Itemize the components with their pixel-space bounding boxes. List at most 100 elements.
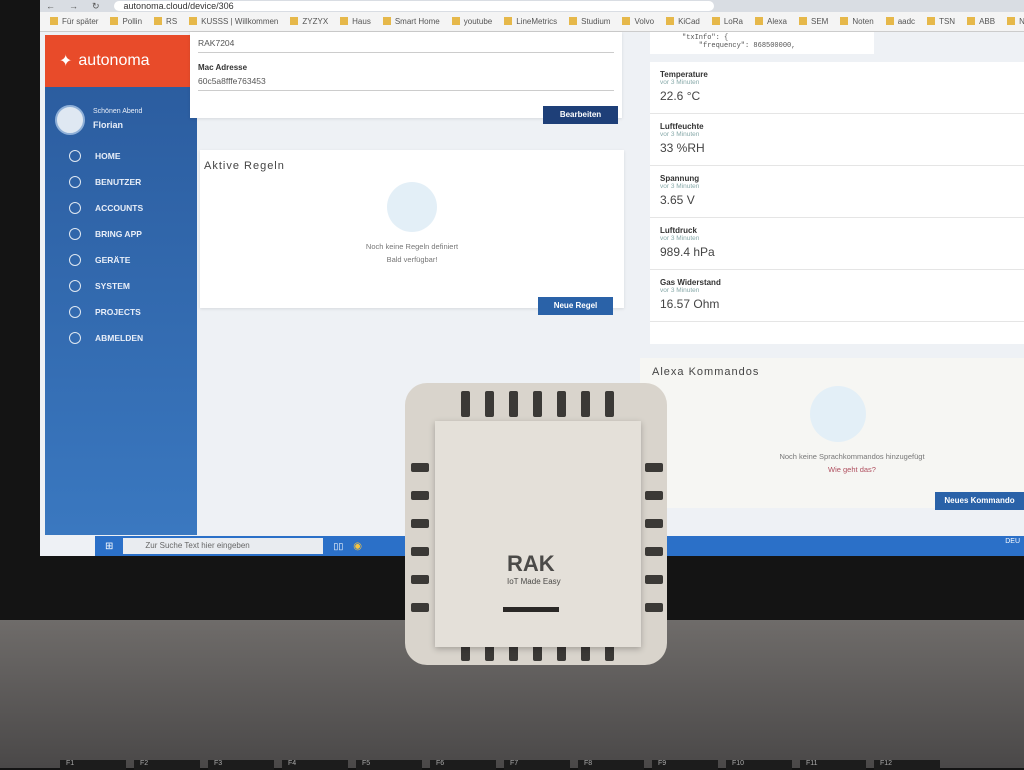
rak-logo: RAK IoT Made Easy (507, 551, 561, 586)
vent-slot (411, 603, 429, 612)
sensor-age: vor 3 Minuten (660, 287, 700, 294)
windows-start-icon[interactable]: ⊞ (105, 541, 113, 552)
function-key[interactable]: F9 (652, 760, 718, 770)
back-icon[interactable]: ← (46, 1, 55, 11)
browser-toolbar: ← → ↻ autonoma.cloud/device/306 (40, 0, 1024, 12)
bookmark[interactable]: youtube (452, 17, 492, 26)
nav-icon (69, 332, 81, 344)
vent-slot (645, 463, 663, 472)
bookmark[interactable]: Studium (569, 17, 610, 26)
device-front-panel: RAK IoT Made Easy (435, 421, 641, 647)
rules-card: Aktive Regeln Noch keine Regeln definier… (200, 150, 624, 308)
vent-slot (461, 645, 470, 661)
sidebar-item-label: SYSTEM (95, 281, 130, 291)
sidebar-item-home[interactable]: HOME (45, 143, 197, 169)
bookmark[interactable]: Haus (340, 17, 371, 26)
bookmark[interactable]: ABB (967, 17, 995, 26)
sidebar-item-label: ABMELDEN (95, 333, 144, 343)
function-key[interactable]: F12 (874, 760, 940, 770)
function-key[interactable]: F1 (60, 760, 126, 770)
sensor-reading: Luftdruck vor 3 Minuten 989.4 hPa (650, 218, 1024, 270)
bookmark[interactable]: Volvo (622, 17, 654, 26)
blueprint-illustration-icon (387, 182, 437, 232)
sensor-name: Temperature (660, 70, 708, 79)
sidebar-item-benutzer[interactable]: BENUTZER (45, 169, 197, 195)
sidebar-item-label: PROJECTS (95, 307, 141, 317)
vent-slot (605, 645, 614, 661)
sensor-reading: Luftfeuchte vor 3 Minuten 33 %RH (650, 114, 1024, 166)
bookmark[interactable]: LineMetrics (504, 17, 557, 26)
vent-slot (605, 391, 614, 417)
function-key[interactable]: F7 (504, 760, 570, 770)
rules-title: Aktive Regeln (204, 160, 285, 172)
bookmark[interactable]: SEM (799, 17, 828, 26)
bookmark[interactable]: Pollin (110, 17, 142, 26)
alexa-help-link[interactable]: Wie geht das? (640, 463, 1024, 476)
function-key[interactable]: F5 (356, 760, 422, 770)
sidebar-item-accounts[interactable]: ACCOUNTS (45, 195, 197, 221)
system-tray: DEU (1005, 538, 1020, 545)
vent-slot (533, 645, 542, 661)
mac-label: Mac Adresse (198, 63, 248, 72)
edit-button[interactable]: Bearbeiten (543, 106, 618, 124)
nav-icon (69, 150, 81, 162)
bookmark[interactable]: Smart Home (383, 17, 440, 26)
sidebar-item-geräte[interactable]: GERÄTE (45, 247, 197, 273)
user-name: Florian (93, 119, 124, 130)
chrome-icon[interactable]: ◉ (353, 541, 362, 552)
function-key[interactable]: F4 (282, 760, 348, 770)
sensor-value: 33 %RH (660, 141, 705, 155)
alexa-title: Alexa Kommandos (652, 366, 760, 378)
sidebar-item-projects[interactable]: PROJECTS (45, 299, 197, 325)
new-rule-button[interactable]: Neue Regel (538, 297, 613, 315)
forward-icon[interactable]: → (69, 1, 78, 11)
function-key[interactable]: F10 (726, 760, 792, 770)
bookmark[interactable]: TSN (927, 17, 955, 26)
keyboard-function-row: F1 F2 F3 F4 F5 F6 F7 F8 F9 F10 F11 F12 (0, 760, 1024, 770)
bookmark[interactable]: KiCad (666, 17, 700, 26)
rak-sensor-device: RAK IoT Made Easy (405, 383, 667, 665)
bookmark[interactable]: Für später (50, 17, 98, 26)
sidebar-item-abmelden[interactable]: ABMELDEN (45, 325, 197, 351)
function-key[interactable]: F6 (430, 760, 496, 770)
sensor-name: Luftfeuchte (660, 122, 704, 131)
vent-slot (581, 645, 590, 661)
vent-slot (485, 645, 494, 661)
vent-slot (509, 391, 518, 417)
sensor-age: vor 3 Minuten (660, 79, 700, 86)
bookmark[interactable]: NBIOT (1007, 17, 1024, 26)
bookmark[interactable]: Noten (840, 17, 873, 26)
sidebar-item-bring-app[interactable]: BRING APP (45, 221, 197, 247)
bookmark[interactable]: KUSSS | Willkommen (189, 17, 278, 26)
alexa-empty-text: Noch keine Sprachkommandos hinzugefügt (779, 452, 925, 461)
function-key[interactable]: F3 (208, 760, 274, 770)
reload-icon[interactable]: ↻ (92, 1, 100, 12)
sidebar-item-system[interactable]: SYSTEM (45, 273, 197, 299)
rules-empty-text: Noch keine Regeln definiert (365, 242, 459, 251)
function-key[interactable]: F8 (578, 760, 644, 770)
language-indicator[interactable]: DEU (1005, 538, 1020, 545)
function-key[interactable]: F2 (134, 760, 200, 770)
avatar[interactable] (55, 105, 85, 135)
bookmark[interactable]: Alexa (755, 17, 787, 26)
voice-assistant-illustration-icon (810, 386, 866, 442)
sensor-value: 3.65 V (660, 193, 695, 207)
function-key[interactable]: F11 (800, 760, 866, 770)
address-bar[interactable]: autonoma.cloud/device/306 (113, 1, 714, 11)
logo-text: autonoma (78, 52, 150, 69)
bookmark[interactable]: RS (154, 17, 177, 26)
sensor-age: vor 3 Minuten (660, 235, 700, 242)
sensor-age: vor 3 Minuten (660, 131, 700, 138)
vent-slot (509, 645, 518, 661)
vent-slot (411, 463, 429, 472)
vent-slot (533, 391, 542, 417)
sidebar-item-label: BENUTZER (95, 177, 142, 187)
task-view-icon[interactable]: ▯▯ (333, 541, 343, 552)
vent-slot (411, 491, 429, 500)
taskbar-search[interactable]: Zur Suche Text hier eingeben (123, 538, 324, 554)
bookmark[interactable]: aadc (886, 17, 915, 26)
bookmark[interactable]: ZYZYX (290, 17, 328, 26)
new-command-button[interactable]: Neues Kommando (935, 492, 1024, 510)
bookmark[interactable]: LoRa (712, 17, 743, 26)
logo[interactable]: ✦ autonoma (45, 35, 197, 87)
